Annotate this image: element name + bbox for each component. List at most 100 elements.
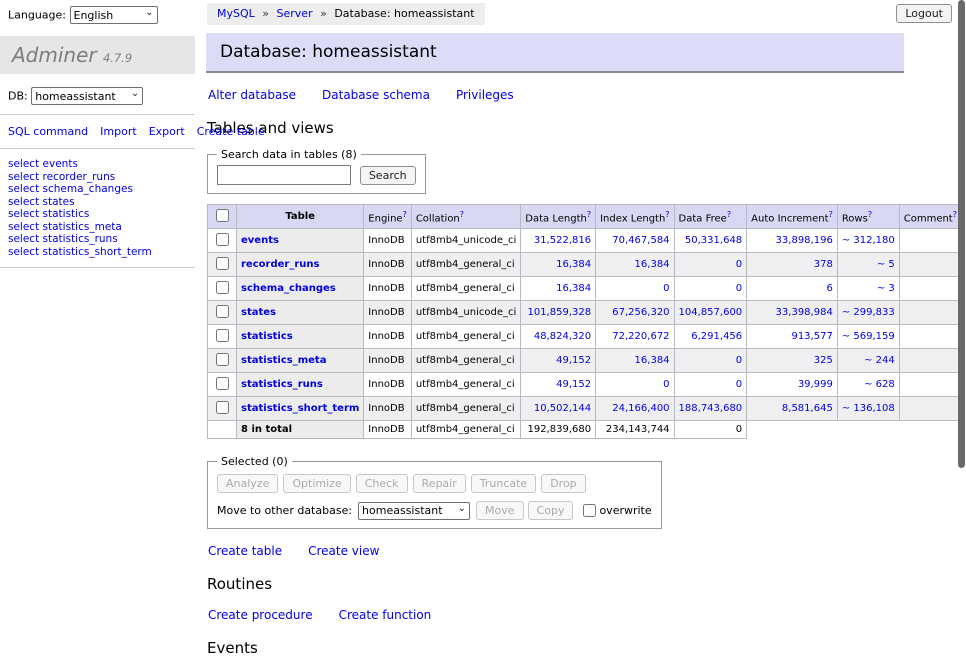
sidebar-action-import[interactable]: Import — [100, 125, 137, 138]
app-name: Adminer — [12, 43, 97, 67]
row-checkbox-states[interactable] — [216, 305, 229, 318]
auto-increment-cell: 913,577 — [747, 325, 838, 349]
create-link-create-view[interactable]: Create view — [308, 544, 379, 558]
data-length-help-link[interactable]: ? — [587, 210, 591, 219]
routines-link-create-function[interactable]: Create function — [339, 608, 432, 622]
nav-link-database-schema[interactable]: Database schema — [322, 88, 430, 102]
data-free-help-link[interactable]: ? — [727, 210, 731, 219]
row-checkbox-statistics[interactable] — [216, 329, 229, 342]
sidebar-item-select-states[interactable]: select states — [8, 196, 187, 209]
routines-heading: Routines — [207, 575, 904, 593]
data-free-cell: 104,857,600 — [674, 301, 747, 325]
overwrite-checkbox[interactable] — [583, 504, 596, 517]
breadcrumb-link-mysql[interactable]: MySQL — [217, 7, 255, 20]
repair-button[interactable]: Repair — [413, 474, 466, 493]
comment-help-link[interactable]: ? — [953, 210, 957, 219]
row-checkbox-schema-changes[interactable] — [216, 281, 229, 294]
nav-link-alter-database[interactable]: Alter database — [208, 88, 296, 102]
breadcrumb-separator: » — [317, 7, 331, 20]
table-name-cell: states — [237, 301, 364, 325]
search-button[interactable]: Search — [360, 166, 416, 185]
empty-cell — [837, 421, 899, 439]
sidebar-item-select-statistics-meta[interactable]: select statistics_meta — [8, 221, 187, 234]
select-all-checkbox[interactable] — [216, 209, 229, 222]
table-row: recorder_runsInnoDButf8mb4_general_ci16,… — [208, 253, 962, 277]
index-length-help-link[interactable]: ? — [665, 210, 669, 219]
engine-cell: InnoDB — [364, 277, 412, 301]
engine-help-link[interactable]: ? — [403, 210, 407, 219]
table-link-states[interactable]: states — [241, 307, 276, 318]
search-input[interactable] — [217, 165, 351, 185]
divider — [0, 148, 195, 149]
breadcrumb-link-server[interactable]: Server — [277, 7, 313, 20]
sidebar-item-select-schema-changes[interactable]: select schema_changes — [8, 183, 187, 196]
nav-link-privileges[interactable]: Privileges — [456, 88, 514, 102]
language-select[interactable]: English — [70, 6, 158, 24]
table-row: statisticsInnoDButf8mb4_general_ci48,824… — [208, 325, 962, 349]
table-link-statistics-short-term[interactable]: statistics_short_term — [241, 403, 359, 414]
comment-cell — [899, 373, 961, 397]
row-checkbox-statistics-meta[interactable] — [216, 353, 229, 366]
auto-increment-cell: 6 — [747, 277, 838, 301]
comment-cell — [899, 397, 961, 421]
move-database-select[interactable]: homeassistant — [358, 502, 470, 520]
row-checkbox-events[interactable] — [216, 233, 229, 246]
sidebar-item-select-statistics-runs[interactable]: select statistics_runs — [8, 233, 187, 246]
sidebar-item-select-statistics-short-term[interactable]: select statistics_short_term — [8, 246, 187, 259]
sidebar-item-select-recorder-runs[interactable]: select recorder_runs — [8, 171, 187, 184]
table-link-events[interactable]: events — [241, 235, 279, 246]
overwrite-label: overwrite — [599, 504, 651, 517]
column-header-data-free: Data Free? — [674, 205, 747, 229]
optimize-button[interactable]: Optimize — [283, 474, 350, 493]
analyze-button[interactable]: Analyze — [217, 474, 278, 493]
table-link-statistics-meta[interactable]: statistics_meta — [241, 355, 326, 366]
sidebar-action-sql-command[interactable]: SQL command — [8, 125, 88, 138]
database-nav-links: Alter database Database schema Privileges — [208, 88, 904, 102]
table-link-statistics-runs[interactable]: statistics_runs — [241, 379, 323, 390]
row-checkbox-statistics-runs[interactable] — [216, 377, 229, 390]
collation-cell: utf8mb4_unicode_ci — [411, 229, 520, 253]
copy-button[interactable]: Copy — [528, 501, 574, 520]
db-select[interactable]: homeassistant — [31, 87, 143, 105]
db-row: DB: homeassistant ⌄ — [8, 87, 195, 105]
move-button[interactable]: Move — [476, 501, 524, 520]
auto-increment-cell: 33,898,196 — [747, 229, 838, 253]
data-free-cell: 0 — [674, 349, 747, 373]
overwrite-option: overwrite — [583, 504, 651, 517]
sidebar-item-select-statistics[interactable]: select statistics — [8, 208, 187, 221]
sidebar-item-select-events[interactable]: select events — [8, 158, 187, 171]
language-label: Language: — [8, 9, 66, 22]
table-link-recorder-runs[interactable]: recorder_runs — [241, 259, 319, 270]
data-free-cell: 0 — [674, 277, 747, 301]
sidebar-action-create-table[interactable]: Create table — [197, 125, 265, 138]
scrollbar-thumb[interactable] — [958, 0, 965, 468]
logout-button[interactable]: Logout — [896, 4, 952, 23]
topbar: MySQL » Server » Database: homeassistant — [207, 0, 966, 25]
engine-cell: InnoDB — [364, 349, 412, 373]
row-checkbox-recorder-runs[interactable] — [216, 257, 229, 270]
empty-cell — [747, 421, 838, 439]
table-name-cell: statistics — [237, 325, 364, 349]
breadcrumb-current: Database: homeassistant — [334, 7, 474, 20]
data-length-cell: 101,859,328 — [521, 301, 596, 325]
move-buttons: MoveCopy — [476, 501, 577, 520]
sidebar-action-export[interactable]: Export — [149, 125, 185, 138]
index-length-cell: 16,384 — [596, 349, 674, 373]
collation-help-link[interactable]: ? — [460, 210, 464, 219]
data-free-cell: 0 — [674, 373, 747, 397]
table-row: statesInnoDButf8mb4_unicode_ci101,859,32… — [208, 301, 962, 325]
table-link-statistics[interactable]: statistics — [241, 331, 293, 342]
engine-cell: InnoDB — [364, 229, 412, 253]
table-link-schema-changes[interactable]: schema_changes — [241, 283, 336, 294]
data-free-cell: 188,743,680 — [674, 397, 747, 421]
auto-increment-help-link[interactable]: ? — [829, 210, 833, 219]
truncate-button[interactable]: Truncate — [471, 474, 536, 493]
column-header-comment: Comment? — [899, 205, 961, 229]
create-link-create-table[interactable]: Create table — [208, 544, 282, 558]
rows-help-link[interactable]: ? — [868, 210, 872, 219]
data-length-cell: 49,152 — [521, 373, 596, 397]
row-checkbox-statistics-short-term[interactable] — [216, 401, 229, 414]
drop-button[interactable]: Drop — [541, 474, 585, 493]
routines-link-create-procedure[interactable]: Create procedure — [208, 608, 313, 622]
check-button[interactable]: Check — [356, 474, 408, 493]
